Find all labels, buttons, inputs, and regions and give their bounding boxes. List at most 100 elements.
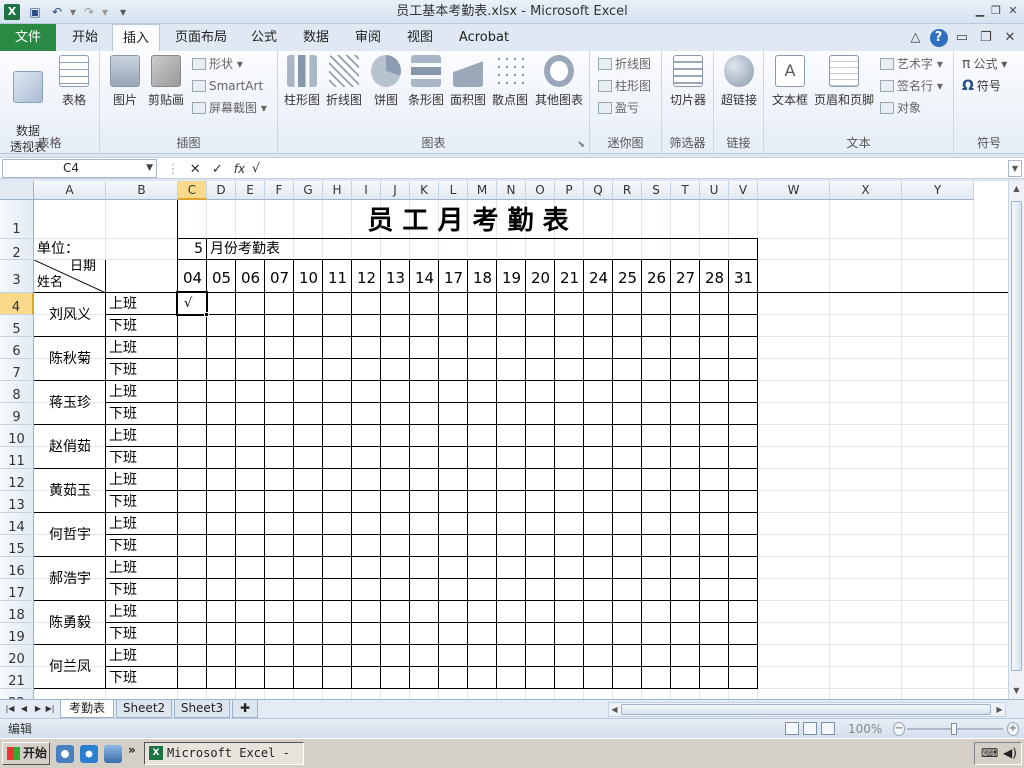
- zoom-level[interactable]: 100%: [848, 719, 882, 739]
- scroll-right-icon[interactable]: ▶: [994, 703, 1005, 716]
- date-header[interactable]: 18: [468, 260, 497, 293]
- shift-off-label[interactable]: 下班: [109, 535, 137, 557]
- sheet-tab-sheet3[interactable]: Sheet3: [174, 700, 230, 718]
- other-charts-button[interactable]: 其他图表: [532, 55, 586, 108]
- date-header[interactable]: 10: [294, 260, 323, 293]
- screenshot-button[interactable]: 屏幕截图 ▾: [192, 98, 267, 118]
- object-button[interactable]: 对象: [880, 98, 921, 118]
- tab-insert[interactable]: 插入: [112, 24, 160, 52]
- date-header[interactable]: 17: [439, 260, 468, 293]
- enter-entry-icon[interactable]: ✓: [208, 159, 226, 181]
- employee-name[interactable]: 陈勇毅: [34, 601, 106, 645]
- slicer-button[interactable]: 切片器: [666, 55, 710, 108]
- column-header-M[interactable]: M: [468, 181, 497, 200]
- zoom-in-icon[interactable]: +: [1007, 722, 1019, 736]
- quicklaunch-media-icon[interactable]: [104, 745, 122, 763]
- column-header-W[interactable]: W: [758, 181, 830, 200]
- shift-on-label[interactable]: 上班: [109, 601, 137, 623]
- help-icon[interactable]: ?: [929, 29, 948, 47]
- employee-name[interactable]: 刘风义: [34, 293, 106, 337]
- tab-formulas[interactable]: 公式: [240, 24, 288, 51]
- month-value[interactable]: 5: [181, 239, 203, 260]
- column-header-E[interactable]: E: [236, 181, 265, 200]
- employee-name[interactable]: 何兰凤: [34, 645, 106, 689]
- shift-off-label[interactable]: 下班: [109, 359, 137, 381]
- date-header[interactable]: 12: [352, 260, 381, 293]
- equation-button[interactable]: π 公式 ▾: [962, 54, 1007, 74]
- sparkline-winloss-button[interactable]: 盈亏: [598, 98, 639, 118]
- last-sheet-icon[interactable]: ▶|: [44, 702, 56, 716]
- date-header[interactable]: 20: [526, 260, 555, 293]
- row-header-18[interactable]: 18: [0, 601, 34, 623]
- sparkline-line-button[interactable]: 折线图: [598, 54, 651, 74]
- normal-view-icon[interactable]: [785, 722, 799, 735]
- smartart-button[interactable]: SmartArt: [192, 76, 263, 96]
- line-chart-button[interactable]: 折线图: [324, 55, 364, 108]
- shift-off-label[interactable]: 下班: [109, 623, 137, 645]
- signature-button[interactable]: 签名行 ▾: [880, 76, 943, 96]
- column-header-Q[interactable]: Q: [584, 181, 613, 200]
- hyperlink-button[interactable]: 超链接: [718, 55, 760, 108]
- employee-name[interactable]: 赵俏茹: [34, 425, 106, 469]
- column-header-V[interactable]: V: [729, 181, 758, 200]
- date-header[interactable]: 28: [700, 260, 729, 293]
- column-header-I[interactable]: I: [352, 181, 381, 200]
- month-label[interactable]: 月份考勤表: [210, 239, 280, 260]
- row-header-22[interactable]: 22: [0, 689, 34, 699]
- wordart-button[interactable]: 艺术字 ▾: [880, 54, 943, 74]
- employee-name[interactable]: 黄茹玉: [34, 469, 106, 513]
- clipart-button[interactable]: 剪贴画: [146, 55, 186, 108]
- row-header-6[interactable]: 6: [0, 337, 34, 359]
- column-chart-button[interactable]: 柱形图: [282, 55, 322, 108]
- employee-name[interactable]: 陈秋菊: [34, 337, 106, 381]
- shift-on-label[interactable]: 上班: [109, 425, 137, 447]
- area-chart-button[interactable]: 面积图: [448, 55, 488, 108]
- collapse-ribbon-icon[interactable]: △: [905, 28, 925, 48]
- symbol-button[interactable]: Ω 符号: [962, 76, 1001, 96]
- doc-restore-icon[interactable]: ❐: [976, 28, 996, 48]
- employee-name[interactable]: 郝浩宇: [34, 557, 106, 601]
- row-header-9[interactable]: 9: [0, 403, 34, 425]
- header-footer-button[interactable]: 页眉和页脚: [812, 55, 876, 108]
- row-header-10[interactable]: 10: [0, 425, 34, 447]
- employee-name[interactable]: 何哲宇: [34, 513, 106, 557]
- close-icon[interactable]: ✕: [1005, 3, 1021, 19]
- shift-off-label[interactable]: 下班: [109, 315, 137, 337]
- shift-off-label[interactable]: 下班: [109, 403, 137, 425]
- horizontal-scroll-thumb[interactable]: [621, 704, 991, 715]
- redo-dropdown-icon[interactable]: ▾: [96, 3, 114, 21]
- zoom-knob[interactable]: [951, 723, 957, 735]
- date-header[interactable]: 04: [178, 260, 207, 293]
- quicklaunch-ie-icon[interactable]: [80, 745, 98, 763]
- row-header-8[interactable]: 8: [0, 381, 34, 403]
- column-header-N[interactable]: N: [497, 181, 526, 200]
- vertical-scrollbar[interactable]: ▲ ▼: [1008, 181, 1024, 699]
- shift-on-label[interactable]: 上班: [109, 557, 137, 579]
- prev-sheet-icon[interactable]: ◀: [18, 702, 30, 716]
- select-all-corner[interactable]: [0, 181, 34, 200]
- row-header-19[interactable]: 19: [0, 623, 34, 645]
- column-header-C[interactable]: C: [178, 181, 207, 200]
- start-button[interactable]: 开始: [2, 742, 50, 765]
- tab-view[interactable]: 视图: [396, 24, 444, 51]
- scatter-chart-button[interactable]: 散点图: [490, 55, 530, 108]
- name-box[interactable]: C4 ▼: [2, 159, 157, 178]
- row-header-11[interactable]: 11: [0, 447, 34, 469]
- shift-off-label[interactable]: 下班: [109, 491, 137, 513]
- worksheet-grid[interactable]: A B C D E F G H I J K L M N O P Q R S T U V W X Y 1 2 3 4 5 6 7 8 9 10 11 12…: [0, 181, 1008, 699]
- shift-off-label[interactable]: 下班: [109, 447, 137, 469]
- column-header-T[interactable]: T: [671, 181, 700, 200]
- shift-on-label[interactable]: 上班: [109, 293, 137, 315]
- date-header[interactable]: 13: [381, 260, 410, 293]
- page-break-view-icon[interactable]: [821, 722, 835, 735]
- row-header-17[interactable]: 17: [0, 579, 34, 601]
- row-header-5[interactable]: 5: [0, 315, 34, 337]
- row-header-20[interactable]: 20: [0, 645, 34, 667]
- doc-minimize-icon[interactable]: ▭: [952, 28, 972, 48]
- vertical-scroll-thumb[interactable]: [1011, 201, 1022, 671]
- cancel-entry-icon[interactable]: ✕: [186, 159, 204, 181]
- column-header-O[interactable]: O: [526, 181, 555, 200]
- column-header-L[interactable]: L: [439, 181, 468, 200]
- column-header-J[interactable]: J: [381, 181, 410, 200]
- date-header[interactable]: 07: [265, 260, 294, 293]
